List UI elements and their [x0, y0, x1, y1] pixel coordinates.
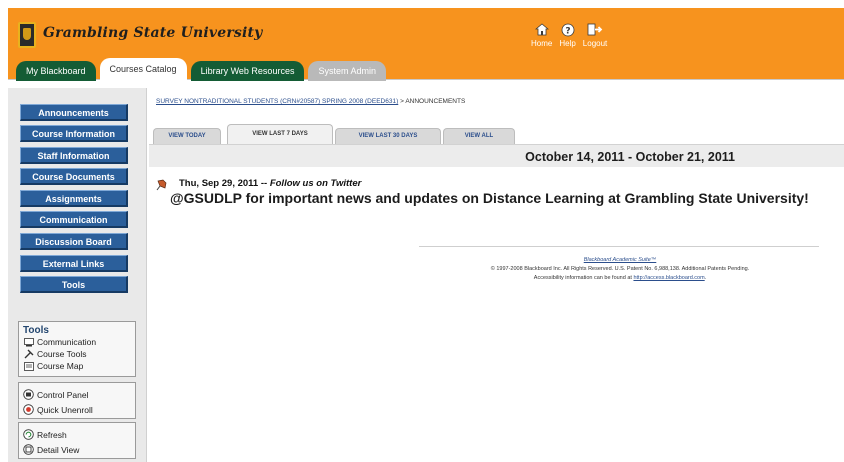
nav-external-links-button[interactable]: External Links: [20, 255, 128, 272]
tab-library-web-resources[interactable]: Library Web Resources: [190, 61, 305, 81]
copyright-text: © 1997-2008 Blackboard Inc. All Rights R…: [490, 266, 750, 272]
tab-view-all[interactable]: VIEW ALL: [443, 128, 515, 144]
help-icon: ?: [560, 22, 576, 37]
logout-label: Logout: [582, 39, 608, 48]
quick-unenroll-label: Quick Unenroll: [37, 404, 93, 415]
tool-course-tools[interactable]: Course Tools: [19, 348, 135, 360]
nav-announcements-button[interactable]: Announcements: [20, 104, 128, 121]
nav-course-information-button[interactable]: Course Information: [20, 125, 128, 142]
university-logo: [18, 22, 36, 48]
announcement-subject: Follow us on Twitter: [269, 178, 362, 189]
help-link[interactable]: ? Help: [559, 22, 576, 48]
control-panel-link[interactable]: Control Panel: [19, 387, 135, 402]
course-menu: Announcements Course Information Staff I…: [8, 88, 147, 462]
home-icon: [534, 22, 550, 37]
top-links: Home ? Help Logout: [531, 22, 607, 48]
tool-course-tools-label: Course Tools: [37, 349, 87, 359]
home-link[interactable]: Home: [531, 22, 552, 48]
blackboard-app: Grambling State University Home ? Help L…: [0, 0, 844, 462]
tab-system-admin[interactable]: System Admin: [308, 61, 386, 81]
logout-link[interactable]: Logout: [583, 22, 607, 48]
tab-view-last-7-days[interactable]: VIEW LAST 7 DAYS: [227, 124, 333, 144]
main-tabs: My Blackboard Courses Catalog Library We…: [16, 57, 390, 81]
tool-communication-label: Communication: [37, 337, 97, 347]
detail-view-icon: [23, 444, 34, 455]
header-bar: Grambling State University Home ? Help L…: [8, 8, 844, 81]
nav-discussion-board-button[interactable]: Discussion Board: [20, 233, 128, 250]
tab-view-last-30-days[interactable]: VIEW LAST 30 DAYS: [335, 128, 441, 144]
quick-unenroll-icon: [23, 404, 34, 415]
tab-my-blackboard[interactable]: My Blackboard: [16, 61, 96, 81]
course-map-icon: [23, 361, 34, 371]
university-name: Grambling State University: [43, 25, 263, 41]
communication-icon: [23, 337, 34, 347]
tool-course-map-label: Course Map: [37, 361, 84, 371]
breadcrumb-current: ANNOUNCEMENTS: [405, 98, 466, 105]
detail-view-link[interactable]: Detail View: [19, 442, 135, 457]
breadcrumb-course-link[interactable]: SURVEY NONTRADITIONAL STUDENTS (CRN#2058…: [156, 98, 398, 105]
accessibility-end: .: [704, 275, 707, 281]
control-panel-icon: [23, 389, 34, 400]
control-panel-label: Control Panel: [37, 389, 89, 400]
announcement-header: Thu, Sep 29, 2011 -- Follow us on Twitte…: [179, 178, 361, 189]
accessibility-text: Accessibility information can be found a…: [533, 275, 634, 281]
announcement-separator: --: [258, 178, 270, 189]
nav-communication-button[interactable]: Communication: [20, 211, 128, 228]
help-label: Help: [559, 39, 576, 48]
accessibility-link[interactable]: http://access.blackboard.com: [633, 275, 704, 281]
logout-icon: [587, 22, 603, 37]
announcement-date: Thu, Sep 29, 2011: [179, 178, 259, 189]
announcement-body: @GSUDLP for important news and updates o…: [170, 190, 809, 206]
nav-staff-information-button[interactable]: Staff Information: [20, 147, 128, 164]
refresh-label: Refresh: [37, 429, 67, 440]
nav-tools-button[interactable]: Tools: [20, 276, 128, 293]
detail-view-label: Detail View: [37, 444, 80, 455]
view-tabs: VIEW TODAY VIEW LAST 7 DAYS VIEW LAST 30…: [149, 124, 844, 144]
nav-assignments-button[interactable]: Assignments: [20, 190, 128, 207]
pushpin-icon: [156, 178, 168, 191]
home-label: Home: [531, 39, 553, 48]
tools-box: Tools Communication Course Tools Course …: [18, 321, 136, 377]
footer: Blackboard Academic Suite™ © 1997-2008 B…: [445, 256, 795, 283]
breadcrumb: SURVEY NONTRADITIONAL STUDENTS (CRN#2058…: [156, 98, 465, 105]
date-range-bar: October 14, 2011 - October 21, 2011: [149, 144, 844, 167]
tools-box-title: Tools: [23, 325, 49, 336]
date-range: October 14, 2011 - October 21, 2011: [525, 150, 735, 164]
svg-text:?: ?: [565, 26, 570, 36]
academic-suite-link[interactable]: Blackboard Academic Suite™: [584, 257, 657, 263]
view-box: Refresh Detail View: [18, 422, 136, 459]
refresh-link[interactable]: Refresh: [19, 427, 135, 442]
panel-box: Control Panel Quick Unenroll: [18, 382, 136, 419]
tab-courses-catalog[interactable]: Courses Catalog: [99, 58, 187, 81]
quick-unenroll-link[interactable]: Quick Unenroll: [19, 402, 135, 417]
nav-course-documents-button[interactable]: Course Documents: [20, 168, 128, 185]
tool-communication[interactable]: Communication: [19, 336, 135, 348]
tab-view-today[interactable]: VIEW TODAY: [153, 128, 221, 144]
refresh-icon: [23, 429, 34, 440]
main-content: SURVEY NONTRADITIONAL STUDENTS (CRN#2058…: [149, 88, 844, 462]
footer-divider: [419, 246, 819, 247]
course-tools-icon: [23, 349, 34, 359]
tool-course-map[interactable]: Course Map: [19, 360, 135, 372]
